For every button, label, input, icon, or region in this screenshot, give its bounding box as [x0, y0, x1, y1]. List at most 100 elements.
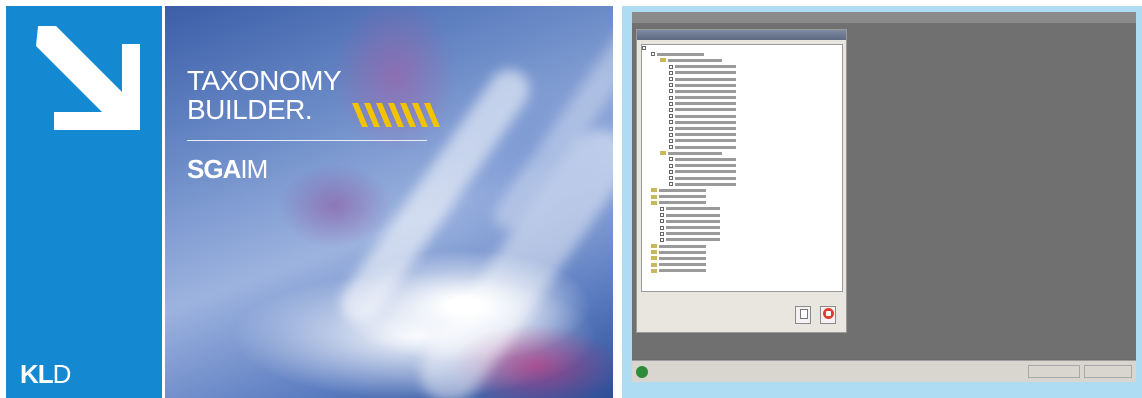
document-icon — [800, 309, 808, 319]
stop-icon — [823, 308, 834, 319]
taxonomy-dialog — [636, 29, 847, 333]
folder-icon[interactable] — [651, 200, 657, 205]
status-cell-1 — [1028, 365, 1080, 378]
checkbox-icon[interactable] — [669, 83, 673, 88]
checkbox-icon[interactable] — [669, 120, 673, 125]
product-logo-light: IM — [240, 154, 268, 184]
title-line-1: TAXONOMY — [187, 65, 342, 96]
company-logo-light: D — [52, 359, 72, 389]
folder-icon[interactable] — [651, 188, 657, 193]
hatch-stripes-icon — [352, 103, 440, 127]
ok-icon — [636, 366, 648, 378]
tree-node-label — [659, 201, 706, 205]
tree-node-label — [675, 120, 736, 124]
close-button[interactable] — [820, 306, 836, 324]
checkbox-icon[interactable] — [669, 107, 673, 112]
checkbox-icon[interactable] — [669, 95, 673, 100]
folder-icon[interactable] — [651, 194, 657, 199]
tree-node-label — [659, 250, 706, 254]
tree-node-label — [675, 145, 736, 149]
taxonomy-tree[interactable] — [641, 44, 843, 292]
checkbox-icon[interactable] — [669, 126, 673, 131]
tree-node-label — [666, 219, 720, 223]
tree-node-label — [675, 89, 736, 93]
title-line-2: BUILDER. — [187, 94, 313, 125]
checkbox-icon[interactable] — [660, 231, 664, 236]
arrow-down-right-icon — [36, 26, 140, 130]
app-window — [632, 12, 1136, 382]
tree-node-label — [668, 58, 722, 62]
tree-node-label — [675, 127, 736, 131]
checkbox-icon[interactable] — [669, 77, 673, 82]
expand-icon[interactable] — [642, 46, 646, 51]
tree-node-label — [659, 195, 706, 199]
folder-icon[interactable] — [651, 244, 657, 249]
tree-node-label — [659, 263, 706, 267]
dialog-title-bar[interactable] — [637, 30, 846, 40]
tree-node-label — [675, 96, 736, 100]
folder-icon[interactable] — [651, 268, 657, 273]
tree-node-label — [675, 102, 736, 106]
folder-icon[interactable] — [651, 256, 657, 261]
checkbox-icon[interactable] — [660, 225, 664, 230]
checkbox-icon[interactable] — [660, 206, 664, 211]
company-logo-bold: KL — [20, 359, 54, 389]
app-title-bar — [632, 12, 1136, 23]
product-logo: SGAIM — [187, 154, 268, 185]
tree-node-label — [675, 170, 736, 174]
checkbox-icon[interactable] — [669, 132, 673, 137]
status-cell-2 — [1084, 365, 1132, 378]
tree-node-label — [675, 182, 736, 186]
new-button[interactable] — [795, 306, 811, 324]
company-logo: KLD — [20, 359, 72, 390]
tree-node-label — [666, 213, 720, 217]
checkbox-icon[interactable] — [669, 176, 673, 181]
tree-node-label — [675, 157, 736, 161]
tree-node-label — [666, 226, 720, 230]
checkbox-icon[interactable] — [660, 219, 664, 224]
status-bar — [632, 360, 1136, 382]
tree-node-label — [666, 207, 720, 211]
checkbox-icon[interactable] — [669, 169, 673, 174]
tree-node-label — [675, 65, 736, 69]
checkbox-icon[interactable] — [669, 70, 673, 75]
product-title: TAXONOMY BUILDER. — [187, 65, 342, 125]
tree-node-label — [675, 83, 736, 87]
folder-icon[interactable] — [651, 262, 657, 267]
checkbox-icon[interactable] — [660, 213, 664, 218]
tree-node-label — [657, 52, 704, 56]
tree-node-label — [666, 238, 720, 242]
folder-icon[interactable] — [660, 151, 666, 156]
checkbox-icon[interactable] — [669, 138, 673, 143]
checkbox-icon[interactable] — [669, 157, 673, 162]
product-logo-bold: SGA — [187, 154, 241, 184]
tree-node-label — [675, 108, 736, 112]
checkbox-icon[interactable] — [669, 182, 673, 187]
checkbox-icon[interactable] — [669, 163, 673, 168]
title-divider — [187, 140, 427, 141]
tree-node-label — [675, 176, 736, 180]
checkbox-icon[interactable] — [669, 89, 673, 94]
tree-node-label — [675, 114, 736, 118]
tree-node-label — [675, 139, 736, 143]
tree-node-label — [659, 269, 706, 273]
tree-node[interactable] — [642, 268, 842, 274]
tree-node-label — [668, 151, 722, 155]
tree-node-label — [659, 188, 706, 192]
checkbox-icon[interactable] — [669, 145, 673, 150]
tree-node-label — [675, 71, 736, 75]
folder-icon[interactable] — [660, 58, 666, 63]
checkbox-icon[interactable] — [651, 52, 655, 57]
folder-icon[interactable] — [651, 250, 657, 255]
tree-node-label — [675, 164, 736, 168]
tree-node-label — [666, 232, 720, 236]
checkbox-icon[interactable] — [660, 237, 664, 242]
brand-panel: KLD — [6, 6, 162, 398]
checkbox-icon[interactable] — [669, 114, 673, 119]
tree-node-label — [675, 133, 736, 137]
tree-node-label — [659, 256, 706, 260]
checkbox-icon[interactable] — [669, 64, 673, 69]
checkbox-icon[interactable] — [669, 101, 673, 106]
tree-node-label — [675, 77, 736, 81]
tree-node-label — [659, 244, 706, 248]
